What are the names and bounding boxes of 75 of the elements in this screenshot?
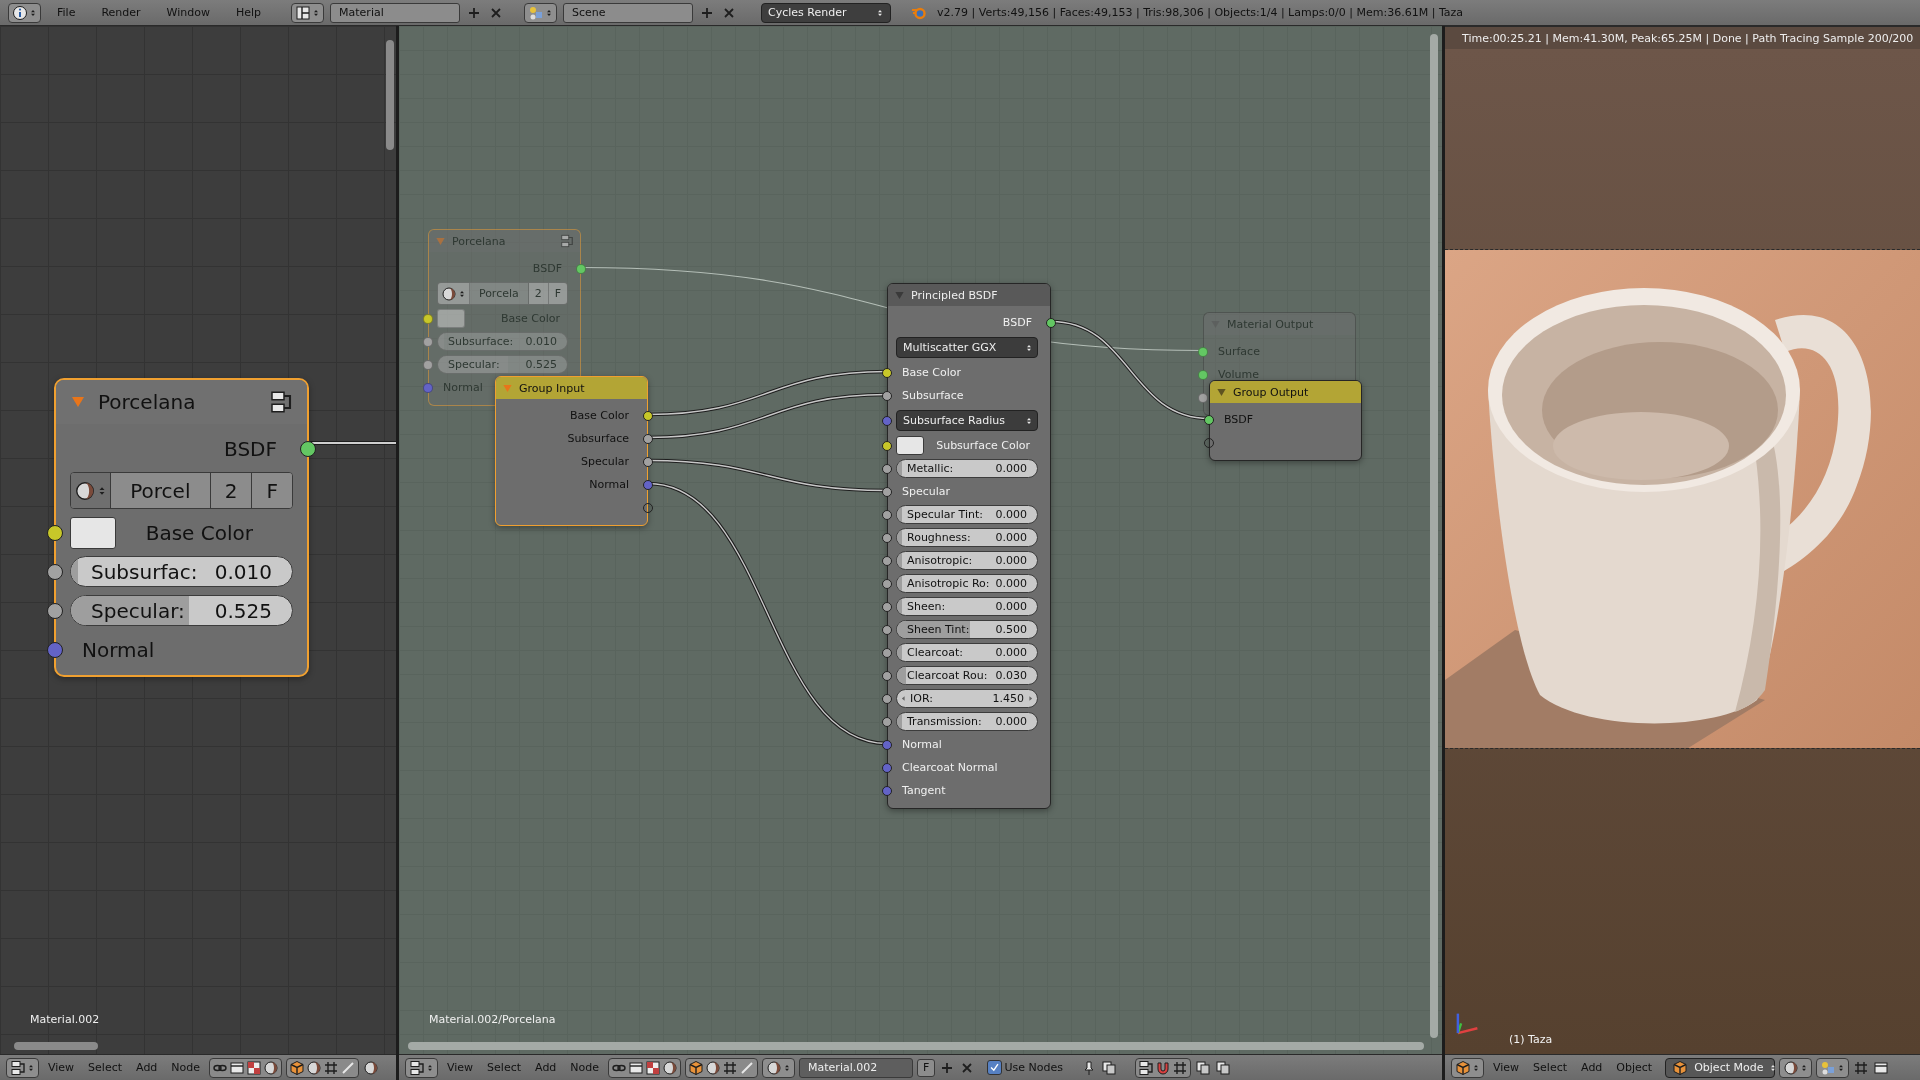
menu-item[interactable]: Node	[565, 1061, 605, 1074]
value-slider[interactable]: Anisotropic Ro: 0.000	[896, 574, 1038, 593]
dropdown[interactable]: Subsurface Radius	[896, 410, 1038, 431]
menu-item[interactable]: Render	[91, 6, 151, 19]
value-slider[interactable]: Clearcoat: 0.000	[896, 643, 1038, 662]
node-title: Group Input	[519, 381, 585, 395]
screen-layout-field[interactable]: Material	[330, 2, 461, 23]
checkbox-label[interactable]: Use Nodes	[1004, 1061, 1063, 1074]
value-slider[interactable]: Clearcoat Rou: 0.030	[896, 666, 1038, 685]
socket-label: Normal	[589, 478, 629, 491]
socket-label: BSDF	[1002, 316, 1032, 329]
menu-item[interactable]: Select	[1528, 1061, 1573, 1074]
render-engine-dropdown[interactable]: Cycles Render	[761, 2, 892, 23]
dropdown[interactable]: Multiscatter GGX	[896, 337, 1038, 358]
menu-item[interactable]: Object	[1611, 1061, 1658, 1074]
scene-statistics: v2.79 | Verts:49,156 | Faces:49,153 | Tris:98,306 | Objects:1/4 | Lamps:0/0 | Mem:36.61M | Taza	[937, 6, 1464, 19]
value-slider[interactable]: Specular Tint: 0.000	[896, 505, 1038, 524]
menu-item[interactable]: Help	[225, 6, 272, 19]
socket-label: Normal	[82, 637, 155, 662]
node-title: Porcelana	[98, 390, 196, 414]
socket-label: Specular	[902, 485, 951, 498]
menu-item[interactable]: File	[47, 6, 86, 19]
scene-field[interactable]: Scene	[563, 2, 694, 23]
node-title: Material Output	[1227, 317, 1314, 331]
socket-label: Subsurface	[902, 389, 964, 402]
socket-label: BSDF	[224, 436, 277, 461]
socket-label: Base Color	[145, 520, 253, 545]
material-name-field[interactable]: Material.002	[799, 1057, 914, 1078]
menu-item[interactable]: Add	[131, 1061, 163, 1074]
value-slider[interactable]: Transmission: 0.000	[896, 712, 1038, 731]
menu-item[interactable]: Add	[530, 1061, 562, 1074]
socket-label: Base Color	[570, 409, 629, 422]
value-slider[interactable]: Subsurfac: 0.010	[70, 556, 293, 587]
socket-label: Normal	[902, 738, 942, 751]
fake-user-button[interactable]: F	[548, 283, 567, 304]
menu-item[interactable]: Node	[166, 1061, 206, 1074]
node-header[interactable]: Porcelana	[56, 380, 307, 424]
value-slider[interactable]: Sheen: 0.000	[896, 597, 1038, 616]
value-slider[interactable]: Sheen Tint: 0.500	[896, 620, 1038, 639]
menu-item[interactable]: Select	[482, 1061, 527, 1074]
material-path-label: Material.002	[30, 1013, 100, 1026]
material-path-label: Material.002/Porcelana	[429, 1013, 556, 1026]
name-field[interactable]: Porcela	[470, 283, 529, 304]
socket-label: BSDF	[1224, 413, 1254, 426]
menu-item[interactable]: View	[1488, 1061, 1525, 1074]
socket-label: Subsurface Color	[936, 439, 1030, 452]
menu-item[interactable]: Window	[156, 6, 220, 19]
object-label: (1) Taza	[1509, 1033, 1553, 1046]
fake-user-button[interactable]: F	[917, 1058, 936, 1077]
socket-label: Clearcoat Normal	[902, 761, 998, 774]
value-slider[interactable]: Subsurface: 0.010	[437, 332, 568, 351]
node-title: Principled BSDF	[911, 288, 998, 302]
node-header[interactable]: Principled BSDF	[888, 284, 1050, 306]
menu-item[interactable]: Add	[1576, 1061, 1608, 1074]
value-slider[interactable]: Anisotropic: 0.000	[896, 551, 1038, 570]
mode-dropdown[interactable]: Object Mode	[1665, 1057, 1776, 1078]
node-header[interactable]: Group Input	[496, 377, 647, 399]
node-title: Group Output	[1233, 385, 1309, 399]
socket-label: Specular	[580, 455, 629, 468]
value-slider[interactable]: Specular: 0.525	[437, 355, 568, 374]
value-slider[interactable]: Metallic: 0.000	[896, 459, 1038, 478]
socket-label: Subsurface	[567, 432, 629, 445]
menu-item[interactable]: Select	[83, 1061, 128, 1074]
menu-item[interactable]: View	[43, 1061, 80, 1074]
menu-item[interactable]: View	[442, 1061, 479, 1074]
render-status: Time:00:25.21 | Mem:41.30M, Peak:65.25M | Done | Path Tracing Sample 200/200	[1445, 26, 1920, 49]
socket-label: Tangent	[902, 784, 946, 797]
name-field[interactable]: Porcel	[111, 473, 211, 508]
node-header[interactable]: Group Output	[1210, 381, 1361, 403]
number-field[interactable]: IOR: 1.450	[896, 689, 1038, 708]
value-slider[interactable]: Roughness: 0.000	[896, 528, 1038, 547]
value-slider[interactable]: Specular: 0.525	[70, 595, 293, 626]
node-title: Porcelana	[452, 234, 506, 248]
socket-label: Base Color	[902, 366, 961, 379]
users-button[interactable]: 2	[528, 283, 549, 304]
